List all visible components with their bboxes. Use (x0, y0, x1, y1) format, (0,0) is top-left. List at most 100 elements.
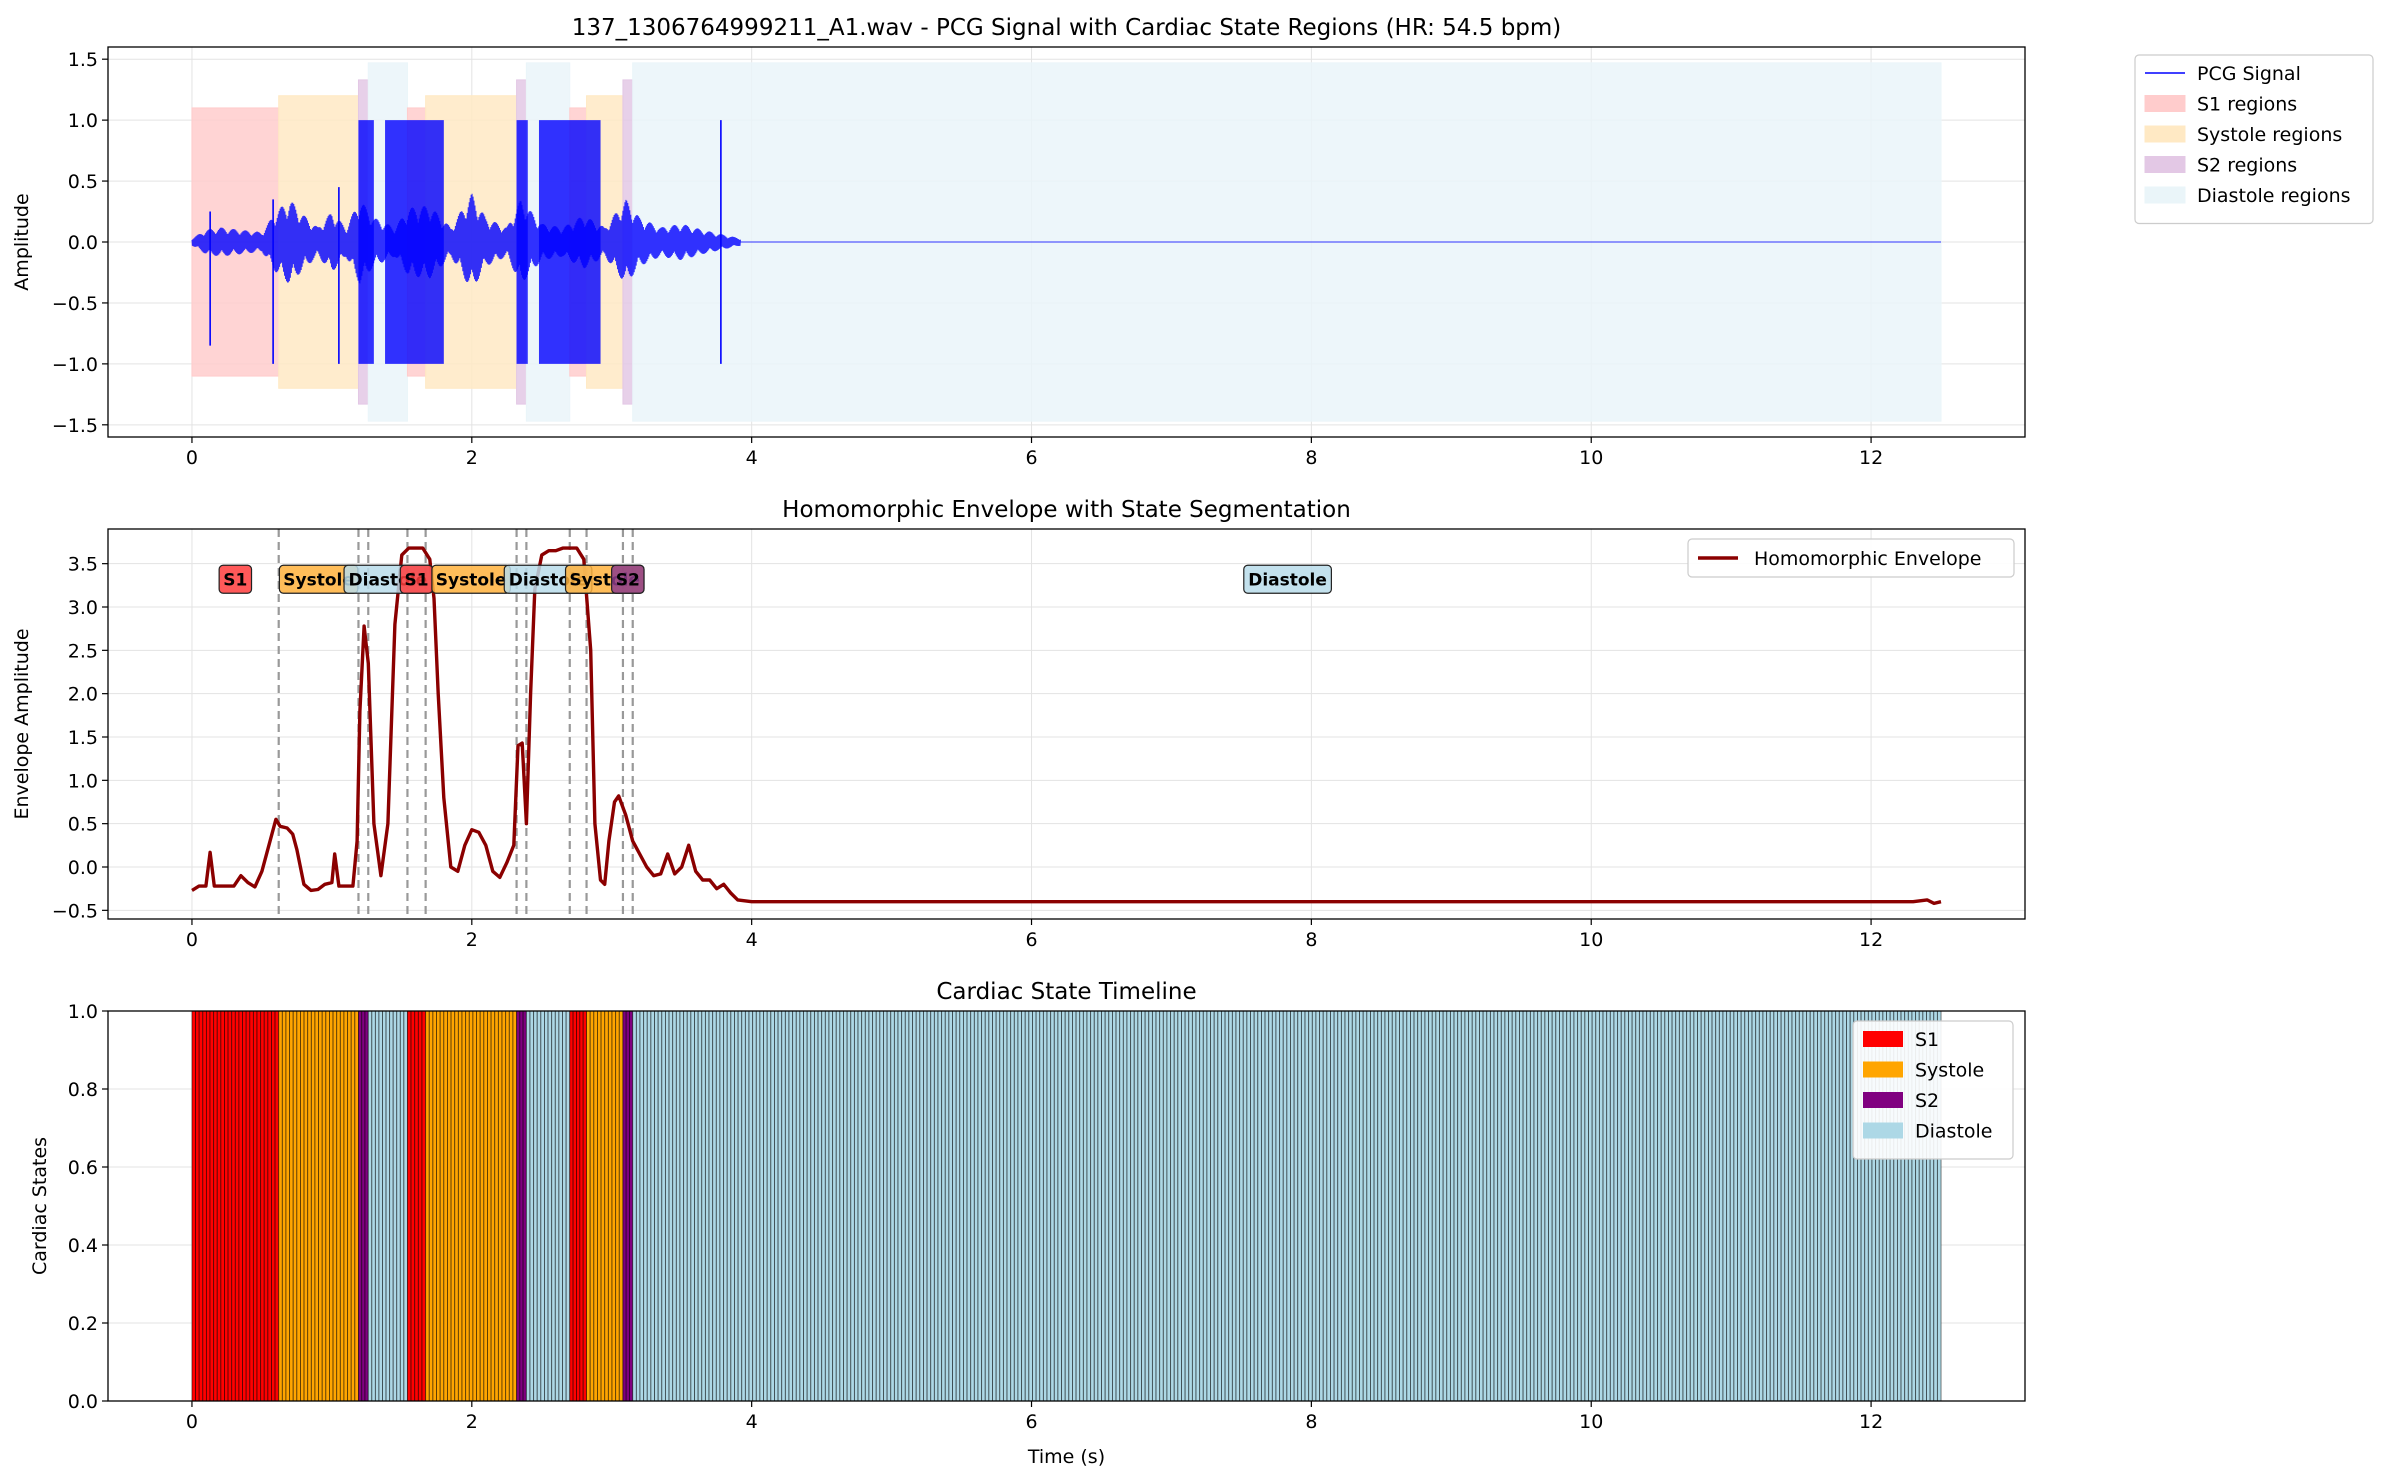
timeline-bar-systole (476, 1011, 481, 1401)
timeline-bar-diastole (977, 1011, 983, 1401)
timeline-bar-diastole (1660, 1011, 1666, 1401)
timeline-bar-systole (450, 1011, 456, 1401)
timeline-bar-diastole (558, 1011, 563, 1401)
timeline-bar-systole (281, 1011, 287, 1401)
timeline-bar-diastole (1373, 1011, 1379, 1401)
y-tick-label: 0.6 (68, 1157, 98, 1179)
timeline-bar-diastole (1366, 1011, 1371, 1401)
timeline-bar-s1 (263, 1011, 269, 1401)
timeline-bar-s1 (572, 1011, 577, 1401)
timeline-bar-diastole (1013, 1011, 1019, 1401)
timeline-bar-systole (593, 1011, 598, 1401)
timeline-bar-diastole (1744, 1011, 1749, 1401)
timeline-bar-diastole (1537, 1011, 1542, 1401)
timeline-bar-s1 (245, 1011, 251, 1401)
timeline-bar-diastole (795, 1011, 801, 1401)
timeline-bar-diastole (806, 1011, 812, 1401)
timeline-bar-diastole (821, 1011, 826, 1401)
x-tick-label: 8 (1305, 1411, 1317, 1433)
y-tick-label: 0.0 (68, 232, 98, 254)
timeline-bar-diastole (1362, 1011, 1368, 1401)
timeline-bar-diastole (1002, 1011, 1008, 1401)
timeline-bar-diastole (1773, 1011, 1778, 1401)
timeline-bar-diastole (1271, 1011, 1277, 1401)
timeline-bar-diastole (1827, 1011, 1833, 1401)
timeline-bar-diastole (755, 1011, 761, 1401)
timeline-bar-s1 (231, 1011, 236, 1401)
timeline-bar-diastole (1628, 1011, 1633, 1401)
legend-swatch-patch (1863, 1122, 1903, 1139)
panel-1: 0 2 4 6 8 10 12 −1.5 −1.0 −0.5 0.0 0.5 1.0 1.5 137_130… (11, 15, 2026, 469)
legend-label: Systole (1915, 1060, 1984, 1082)
timeline-bar-diastole (799, 1011, 804, 1401)
timeline-bar-diastole (1072, 1011, 1077, 1401)
timeline-bar-diastole (810, 1011, 815, 1401)
timeline-bar-diastole (1729, 1011, 1735, 1401)
timeline-bar-s2 (629, 1011, 634, 1401)
timeline-bar-diastole (403, 1011, 408, 1401)
timeline-bar-systole (465, 1011, 470, 1401)
timeline-bar-diastole (875, 1011, 881, 1401)
timeline-bar-diastole (1569, 1011, 1575, 1401)
timeline-bar-diastole (1682, 1011, 1688, 1401)
timeline-bar-diastole (1798, 1011, 1804, 1401)
timeline-bar-systole (497, 1011, 503, 1401)
timeline-bar-diastole (1111, 1011, 1117, 1401)
timeline-bar-s1 (191, 1011, 197, 1401)
timeline-bar-diastole (730, 1011, 735, 1401)
timeline-bar-diastole (1384, 1011, 1390, 1401)
timeline-bar-diastole (1101, 1011, 1106, 1401)
x-tick-label: 6 (1025, 929, 1037, 951)
state-label-text: S2 (616, 570, 640, 590)
timeline-bar-s1 (579, 1011, 584, 1401)
timeline-bar-diastole (1021, 1011, 1026, 1401)
timeline-bar-diastole (1159, 1011, 1164, 1401)
timeline-bar-diastole (933, 1011, 939, 1401)
timeline-bar-diastole (1391, 1011, 1397, 1401)
timeline-bar-systole (300, 1011, 305, 1401)
timeline-bar-s2 (522, 1011, 527, 1401)
timeline-bar-diastole (1718, 1011, 1724, 1401)
timeline-bar-diastole (371, 1011, 376, 1401)
timeline-bar-diastole (1431, 1011, 1437, 1401)
timeline-bar-systole (447, 1011, 452, 1401)
timeline-bar-diastole (1231, 1011, 1237, 1401)
timeline-bar-diastole (1708, 1011, 1713, 1401)
timeline-bar-s1 (421, 1011, 427, 1401)
x-tick-label: 2 (466, 929, 478, 951)
timeline-bar-diastole (1835, 1011, 1840, 1401)
timeline-bar-diastole (536, 1011, 542, 1401)
timeline-bar-systole (432, 1011, 437, 1401)
timeline-bar-diastole (694, 1011, 699, 1401)
timeline-bar-diastole (1638, 1011, 1644, 1401)
timeline-bar-diastole (1446, 1011, 1451, 1401)
timeline-bar-diastole (1540, 1011, 1546, 1401)
timeline-bar-diastole (1500, 1011, 1506, 1401)
y-tick-label: 1.0 (68, 770, 98, 792)
timeline-bar-diastole (726, 1011, 732, 1401)
timeline-bar-systole (508, 1011, 514, 1401)
timeline-bar-diastole (1697, 1011, 1702, 1401)
timeline-bar-diastole (1442, 1011, 1448, 1401)
timeline-bar-diastole (988, 1011, 993, 1401)
timeline-bar-s1 (569, 1011, 574, 1401)
timeline-bar-diastole (901, 1011, 906, 1401)
y-tick-label: 3.5 (68, 554, 98, 576)
timeline-bar-diastole (1686, 1011, 1691, 1401)
x-tick-label: 0 (186, 929, 198, 951)
timeline-bar-diastole (1006, 1011, 1012, 1401)
timeline-bar-diastole (1620, 1011, 1626, 1401)
timeline-bar-diastole (1598, 1011, 1604, 1401)
timeline-bar-systole (490, 1011, 496, 1401)
timeline-bar-systole (618, 1011, 624, 1401)
timeline-bar-diastole (995, 1011, 1001, 1401)
timeline-bar-s1 (205, 1011, 211, 1401)
timeline-bar-diastole (981, 1011, 986, 1401)
y-tick-label: 0.2 (68, 1313, 98, 1335)
timeline-bar-diastole (1777, 1011, 1782, 1401)
x-tick-label: 0 (186, 447, 198, 469)
timeline-bar-diastole (719, 1011, 725, 1401)
timeline-bar-diastole (817, 1011, 823, 1401)
timeline-bar-diastole (999, 1011, 1004, 1401)
timeline-bar-diastole (1311, 1011, 1317, 1401)
